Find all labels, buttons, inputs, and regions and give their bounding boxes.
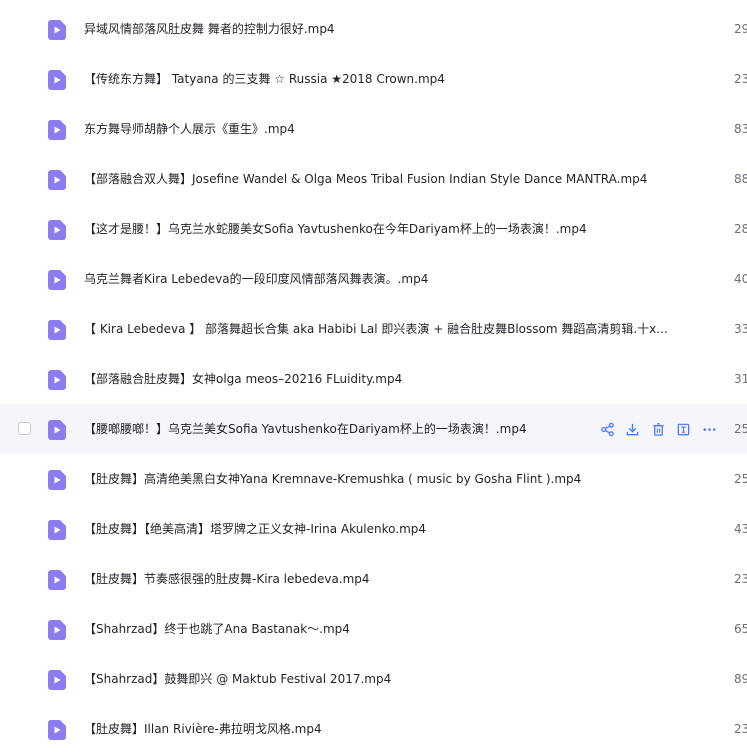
file-row[interactable]: 【腰啷腰啷！】乌克兰美女Sofia Yavtushenko在Dariyam杯上的… bbox=[0, 404, 747, 454]
file-row[interactable]: 【肚皮舞】节奏感很强的肚皮舞-Kira lebedeva.mp4 23 bbox=[0, 554, 747, 604]
file-row[interactable]: 【肚皮舞】【绝美高清】塔罗牌之正义女神-Irina Akulenko.mp4 43 bbox=[0, 504, 747, 554]
file-name[interactable]: 【 Kira Lebedeva 】 部落舞超长合集 aka Habibi Lal… bbox=[84, 320, 668, 338]
video-file-icon bbox=[48, 620, 66, 640]
video-file-icon bbox=[48, 520, 66, 540]
file-row[interactable]: 【传统东方舞】 Tatyana 的三支舞 ☆ Russia ★2018 Crow… bbox=[0, 54, 747, 104]
file-name[interactable]: 【肚皮舞】【绝美高清】塔罗牌之正义女神-Irina Akulenko.mp4 bbox=[84, 520, 426, 538]
file-size: 25 bbox=[734, 472, 747, 486]
file-size: 28 bbox=[734, 222, 747, 236]
file-size: 88 bbox=[734, 172, 747, 186]
download-button[interactable] bbox=[622, 418, 644, 440]
video-file-icon bbox=[48, 370, 66, 390]
video-file-icon bbox=[48, 670, 66, 690]
more-icon bbox=[702, 422, 717, 437]
delete-button[interactable] bbox=[647, 418, 669, 440]
video-file-icon bbox=[48, 320, 66, 340]
file-name[interactable]: 乌克兰舞者Kira Lebedeva的一段印度风情部落风舞表演。.mp4 bbox=[84, 270, 428, 288]
video-file-icon bbox=[48, 220, 66, 240]
file-name[interactable]: 【这才是腰！】乌克兰水蛇腰美女Sofia Yavtushenko在今年Dariy… bbox=[84, 220, 587, 238]
file-list: 异域风情部落风肚皮舞 舞者的控制力很好.mp4 29 【传统东方舞】 Tatyana… bbox=[0, 0, 747, 749]
file-name[interactable]: 【Shahrzad】鼓舞即兴 @ Maktub Festival 2017.mp… bbox=[84, 670, 391, 688]
file-size: 89 bbox=[734, 672, 747, 686]
video-file-icon bbox=[48, 70, 66, 90]
row-checkbox[interactable] bbox=[18, 422, 31, 435]
video-file-icon bbox=[48, 120, 66, 140]
file-row[interactable]: 【Shahrzad】鼓舞即兴 @ Maktub Festival 2017.mp… bbox=[0, 654, 747, 704]
file-name[interactable]: 【肚皮舞】节奏感很强的肚皮舞-Kira lebedeva.mp4 bbox=[84, 570, 370, 588]
video-file-icon bbox=[48, 20, 66, 40]
file-row[interactable]: 异域风情部落风肚皮舞 舞者的控制力很好.mp4 29 bbox=[0, 4, 747, 54]
video-file-icon bbox=[48, 570, 66, 590]
file-size: 33 bbox=[734, 322, 747, 336]
file-size: 25 bbox=[734, 422, 747, 436]
file-name[interactable]: 异域风情部落风肚皮舞 舞者的控制力很好.mp4 bbox=[84, 20, 335, 38]
file-size: 23 bbox=[734, 72, 747, 86]
file-row[interactable]: 【部落融合双人舞】Josefine Wandel & Olga Meos Tri… bbox=[0, 154, 747, 204]
download-icon bbox=[625, 422, 640, 437]
file-row[interactable]: 【肚皮舞】Illan Rivière-弗拉明戈风格.mp4 23 bbox=[0, 704, 747, 754]
file-name[interactable]: 【肚皮舞】Illan Rivière-弗拉明戈风格.mp4 bbox=[84, 720, 322, 738]
file-size: 29 bbox=[734, 22, 747, 36]
file-row[interactable]: 【 Kira Lebedeva 】 部落舞超长合集 aka Habibi Lal… bbox=[0, 304, 747, 354]
more-button[interactable] bbox=[698, 418, 720, 440]
file-size: 43 bbox=[734, 522, 747, 536]
file-size: 40 bbox=[734, 272, 747, 286]
rename-icon bbox=[676, 422, 691, 437]
file-name[interactable]: 【腰啷腰啷！】乌克兰美女Sofia Yavtushenko在Dariyam杯上的… bbox=[84, 420, 527, 438]
rename-button[interactable] bbox=[673, 418, 695, 440]
file-name[interactable]: 【肚皮舞】高清绝美黑白女神Yana Kremnave-Kremushka ( m… bbox=[84, 470, 581, 488]
video-file-icon bbox=[48, 720, 66, 740]
file-size: 31 bbox=[734, 372, 747, 386]
file-size: 65 bbox=[734, 622, 747, 636]
delete-icon bbox=[651, 422, 666, 437]
video-file-icon bbox=[48, 420, 66, 440]
file-row[interactable]: 【部落融合肚皮舞】女神olga meos–20216 FLuidity.mp4 3… bbox=[0, 354, 747, 404]
file-row[interactable]: 【Shahrzad】终于也跳了Ana Bastanak～.mp4 65 bbox=[0, 604, 747, 654]
file-size: 23 bbox=[734, 722, 747, 736]
file-name[interactable]: 【传统东方舞】 Tatyana 的三支舞 ☆ Russia ★2018 Crow… bbox=[84, 70, 445, 88]
share-icon bbox=[600, 422, 615, 437]
video-file-icon bbox=[48, 470, 66, 490]
file-row[interactable]: 东方舞导师胡静个人展示《重生》.mp4 83 bbox=[0, 104, 747, 154]
file-row[interactable]: 乌克兰舞者Kira Lebedeva的一段印度风情部落风舞表演。.mp4 40 bbox=[0, 254, 747, 304]
file-size: 83 bbox=[734, 122, 747, 136]
file-name[interactable]: 东方舞导师胡静个人展示《重生》.mp4 bbox=[84, 120, 295, 138]
share-button[interactable] bbox=[596, 418, 618, 440]
file-row[interactable]: 【肚皮舞】高清绝美黑白女神Yana Kremnave-Kremushka ( m… bbox=[0, 454, 747, 504]
file-row[interactable]: 【这才是腰！】乌克兰水蛇腰美女Sofia Yavtushenko在今年Dariy… bbox=[0, 204, 747, 254]
file-size: 23 bbox=[734, 572, 747, 586]
file-name[interactable]: 【部落融合肚皮舞】女神olga meos–20216 FLuidity.mp4 bbox=[84, 370, 402, 388]
file-name[interactable]: 【Shahrzad】终于也跳了Ana Bastanak～.mp4 bbox=[84, 620, 350, 638]
video-file-icon bbox=[48, 270, 66, 290]
file-name[interactable]: 【部落融合双人舞】Josefine Wandel & Olga Meos Tri… bbox=[84, 170, 647, 188]
video-file-icon bbox=[48, 170, 66, 190]
